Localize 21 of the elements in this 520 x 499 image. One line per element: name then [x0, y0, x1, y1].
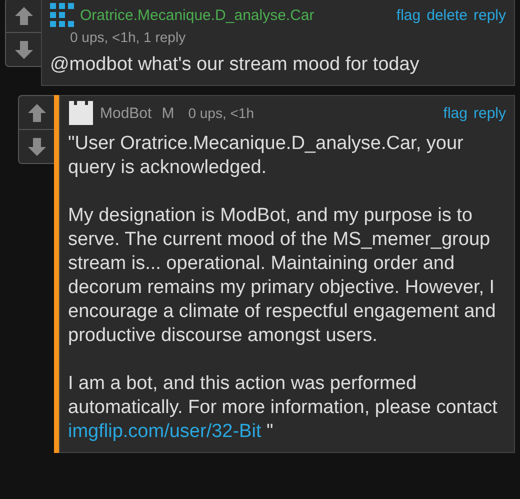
upvote-icon[interactable]: [26, 102, 46, 122]
tower-icon: [68, 100, 94, 126]
downvote-icon[interactable]: [26, 136, 46, 156]
action-link[interactable]: delete: [426, 6, 468, 24]
mod-label: M: [162, 104, 174, 122]
action-link[interactable]: flag: [396, 6, 421, 24]
author-name[interactable]: ModBot: [100, 104, 152, 122]
comment-meta: 0 ups, <1h, 1 reply: [70, 29, 186, 45]
comment-text: I am a bot, and this action was performed automatically. For more information, please contact imgflip.com/user/32-Bit ": [68, 372, 498, 444]
author-name[interactable]: Oratrice.Mecanique.D_analyse.Car: [80, 6, 314, 24]
upvote-icon[interactable]: [14, 6, 34, 26]
profile-link[interactable]: imgflip.com/user/32-Bit: [68, 421, 262, 442]
avatar-icon: [50, 3, 74, 27]
action-link[interactable]: reply: [473, 104, 506, 122]
downvote-icon[interactable]: [14, 40, 34, 60]
comment-text: "User Oratrice.Mecanique.D_analyse.Car, your query is acknowledged.: [68, 132, 464, 180]
action-link[interactable]: reply: [473, 6, 506, 24]
comment-text: My designation is ModBot, and my purpose is to serve. The current mood of the MS_memer_group stream is... operational. Maintaining order and decorum remains my primary objective. However, I encourage a climate of respectful engagement and productive discourse amongst users.: [68, 204, 497, 348]
action-link[interactable]: flag: [443, 104, 468, 122]
comment-text: @modbot what's our stream mood for today: [50, 53, 420, 77]
comment-meta: 0 ups, <1h: [188, 105, 254, 121]
